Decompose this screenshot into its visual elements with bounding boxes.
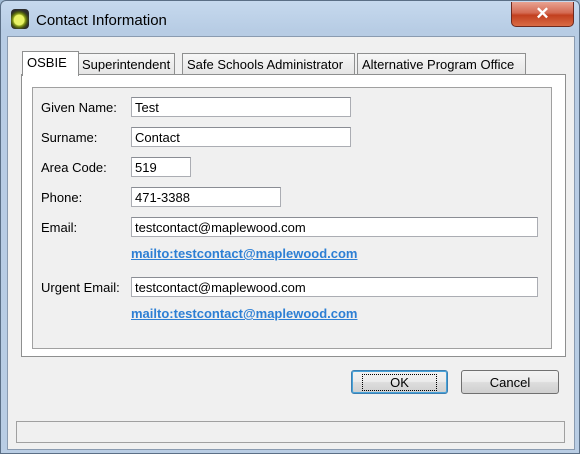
contact-information-dialog: Contact Information ✕ OSBIE Superintende… [0, 0, 580, 454]
tab-superintendent[interactable]: Superintendent [77, 53, 175, 75]
dialog-body: OSBIE Superintendent Safe Schools Admini… [7, 36, 575, 450]
given-name-label: Given Name: [41, 100, 117, 115]
status-bar [16, 421, 565, 443]
given-name-field[interactable]: Test [131, 97, 351, 117]
email-label: Email: [41, 220, 78, 235]
ok-button-label: OK [362, 374, 437, 391]
urgent-email-field[interactable]: testcontact@maplewood.com [131, 277, 538, 297]
tab-alternative-program-office[interactable]: Alternative Program Office [357, 53, 526, 75]
contact-group: Given Name: Test Surname: Contact Area C… [32, 87, 552, 349]
phone-label: Phone: [41, 190, 83, 205]
tab-safe-schools-administrator[interactable]: Safe Schools Administrator [182, 53, 355, 75]
area-code-field[interactable]: 519 [131, 157, 191, 177]
email-field[interactable]: testcontact@maplewood.com [131, 217, 538, 237]
area-code-label: Area Code: [41, 160, 107, 175]
phone-field[interactable]: 471-3388 [131, 187, 281, 207]
surname-label: Surname: [41, 130, 98, 145]
tab-panel-osbie: Given Name: Test Surname: Contact Area C… [21, 74, 566, 357]
urgent-email-label: Urgent Email: [41, 280, 120, 295]
close-button[interactable]: ✕ [511, 2, 574, 27]
email-mailto-link[interactable]: mailto:testcontact@maplewood.com [131, 246, 357, 261]
cancel-button[interactable]: Cancel [461, 370, 559, 394]
title-bar[interactable]: Contact Information ✕ [1, 1, 579, 39]
ok-button[interactable]: OK [351, 370, 448, 394]
tab-osbie[interactable]: OSBIE [22, 51, 79, 76]
urgent-email-mailto-link[interactable]: mailto:testcontact@maplewood.com [131, 306, 357, 321]
surname-field[interactable]: Contact [131, 127, 351, 147]
window-title: Contact Information [36, 12, 167, 29]
app-icon [11, 9, 29, 29]
